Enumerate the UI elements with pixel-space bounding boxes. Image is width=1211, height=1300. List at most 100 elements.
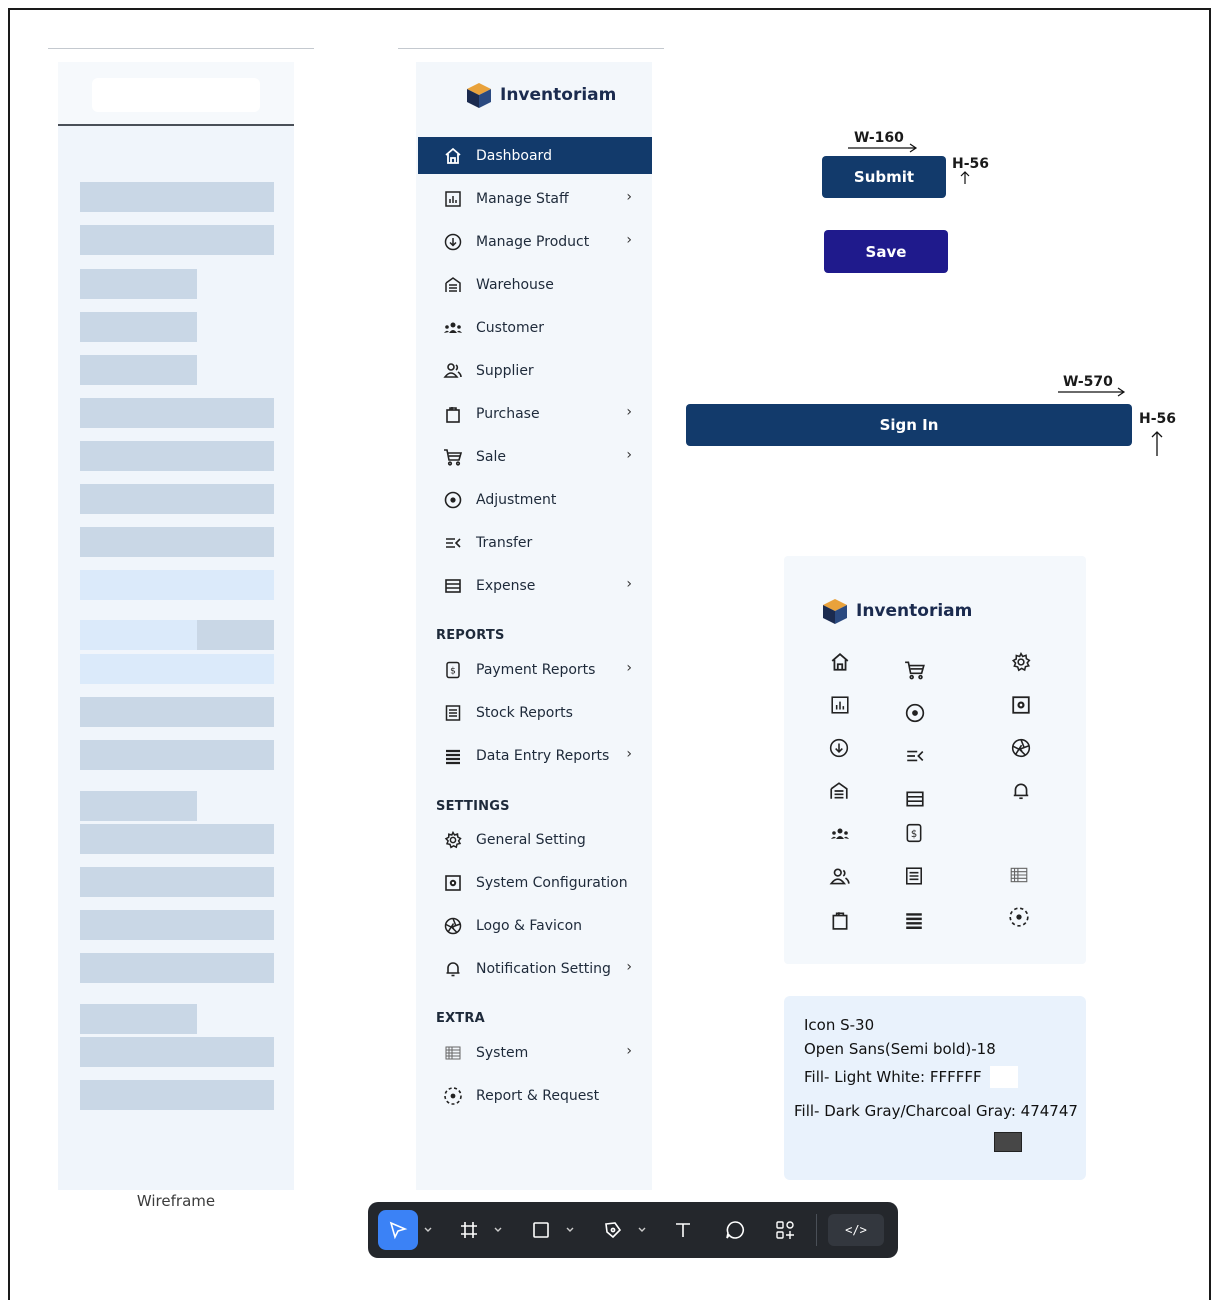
section-heading-extra: EXTRA — [436, 1011, 485, 1026]
chevron-right-icon: › — [626, 189, 632, 205]
chevron-right-icon: › — [626, 746, 632, 762]
move-tool-dropdown[interactable] — [420, 1210, 436, 1250]
wireframe-bar — [80, 441, 274, 471]
sidebar-item-purchase[interactable]: Purchase › — [418, 395, 652, 432]
svg-text:$: $ — [450, 666, 456, 676]
spec-icon-size: Icon S-30 — [804, 1016, 875, 1034]
shopping-bag-icon — [827, 907, 853, 933]
wireframe-bar — [80, 355, 197, 385]
text-icon — [673, 1220, 693, 1240]
sidebar-item-dashboard[interactable]: Dashboard — [418, 137, 652, 174]
wireframe-rule — [58, 124, 294, 126]
sidebar-item-system[interactable]: System › — [418, 1034, 652, 1071]
sidebar-item-label: General Setting — [476, 831, 586, 848]
sidebar-item-stock-reports[interactable]: Stock Reports — [418, 694, 652, 731]
lines-icon — [901, 907, 927, 933]
sidebar-item-label: Supplier — [476, 362, 534, 379]
sidebar-item-sale[interactable]: Sale › — [418, 438, 652, 475]
chevron-down-icon — [494, 1227, 502, 1233]
icon-sheet: Inventoriam $ — [784, 556, 1086, 964]
sidebar-item-warehouse[interactable]: Warehouse — [418, 266, 652, 303]
submit-button[interactable]: Submit — [822, 156, 946, 198]
pen-tool-button[interactable] — [596, 1210, 630, 1250]
sidebar-item-label: System Configuration — [476, 874, 628, 891]
sidebar-item-adjustment[interactable]: Adjustment — [418, 481, 652, 518]
svg-text:$: $ — [911, 829, 917, 840]
sidebar-item-supplier[interactable]: Supplier — [418, 352, 652, 389]
list-icon — [442, 575, 464, 597]
sidebar-item-label: Expense — [476, 577, 536, 594]
wireframe-bar — [80, 225, 274, 255]
comment-icon — [725, 1220, 745, 1240]
wireframe-bar — [197, 620, 274, 650]
sidebar-item-general-setting[interactable]: General Setting — [418, 821, 652, 858]
shape-tool-button[interactable] — [524, 1210, 558, 1250]
gear-icon — [442, 829, 464, 851]
pen-tool-dropdown[interactable] — [634, 1210, 650, 1250]
frame-icon — [459, 1220, 479, 1240]
wireframe-bar — [80, 398, 274, 428]
cart-icon — [902, 657, 928, 683]
signin-button[interactable]: Sign In — [686, 404, 1132, 446]
chevron-right-icon: › — [626, 1043, 632, 1059]
sidebar-item-customer[interactable]: Customer — [418, 309, 652, 346]
wireframe-bar — [80, 953, 274, 983]
sidebar-item-logo-favicon[interactable]: Logo & Favicon — [418, 907, 652, 944]
toolbar-divider — [816, 1214, 817, 1246]
shape-tool-dropdown[interactable] — [562, 1210, 578, 1250]
home-icon — [827, 649, 853, 675]
light-color-swatch — [990, 1066, 1018, 1088]
sidebar-item-report-request[interactable]: Report & Request — [418, 1077, 652, 1114]
wireframe-label: Wireframe — [136, 1192, 216, 1210]
document-list-icon — [901, 863, 927, 889]
home-icon — [442, 145, 464, 167]
move-tool-button[interactable] — [378, 1210, 418, 1250]
wireframe-bar — [80, 1037, 274, 1067]
sidebar-item-data-entry-reports[interactable]: Data Entry Reports › — [418, 737, 652, 774]
bell-icon — [442, 958, 464, 980]
sidebar-item-manage-staff[interactable]: Manage Staff › — [418, 180, 652, 217]
wireframe-bar — [80, 570, 274, 600]
sidebar-item-payment-reports[interactable]: $ Payment Reports › — [418, 651, 652, 688]
sidebar-item-label: Manage Staff — [476, 190, 569, 207]
wireframe-sidebar — [58, 62, 294, 1190]
dev-mode-toggle[interactable]: </> — [828, 1214, 884, 1246]
sidebar-item-label: Purchase — [476, 405, 540, 422]
brand-name: Inventoriam — [500, 85, 617, 105]
wireframe-logo-placeholder — [92, 78, 260, 112]
wireframe-bar — [80, 312, 197, 342]
aperture-icon — [1008, 735, 1034, 761]
sidebar-item-label: Warehouse — [476, 276, 554, 293]
spec-light-fill: Fill- Light White: FFFFFF — [804, 1068, 982, 1086]
sidebar-item-label: System — [476, 1044, 529, 1061]
comment-tool-button[interactable] — [718, 1210, 752, 1250]
sidebar-item-expense[interactable]: Expense › — [418, 567, 652, 604]
spec-dark-fill: Fill- Dark Gray/Charcoal Gray: 474747 — [794, 1102, 1078, 1120]
sidebar-item-notification-setting[interactable]: Notification Setting › — [418, 950, 652, 987]
sidebar-item-label: Payment Reports — [476, 661, 596, 678]
sidebar: Inventoriam Dashboard Manage Staff › Man… — [416, 62, 652, 1190]
frame-tool-dropdown[interactable] — [490, 1210, 506, 1250]
sidebar-item-manage-product[interactable]: Manage Product › — [418, 223, 652, 260]
sidebar-item-transfer[interactable]: Transfer — [418, 524, 652, 561]
save-button[interactable]: Save — [824, 230, 948, 273]
components-icon — [775, 1220, 795, 1240]
wireframe-bar — [80, 1004, 197, 1034]
sidebar-item-system-configuration[interactable]: System Configuration — [418, 864, 652, 901]
transfer-icon — [442, 532, 464, 554]
wireframe-bar — [80, 269, 197, 299]
wireframe-bar — [80, 824, 274, 854]
transfer-icon — [902, 743, 928, 769]
chevron-down-icon — [566, 1227, 574, 1233]
text-tool-button[interactable] — [666, 1210, 700, 1250]
chart-icon — [827, 692, 853, 718]
sidebar-brand: Inventoriam — [464, 80, 616, 110]
wireframe-bar — [80, 1080, 274, 1110]
sidebar-item-label: Dashboard — [476, 147, 552, 164]
user-pair-icon — [827, 864, 853, 890]
icon-sheet-brand: Inventoriam — [820, 596, 972, 626]
sidebar-item-label: Notification Setting — [476, 960, 611, 977]
frame-tool-button[interactable] — [452, 1210, 486, 1250]
chevron-down-icon — [638, 1227, 646, 1233]
components-tool-button[interactable] — [768, 1210, 802, 1250]
